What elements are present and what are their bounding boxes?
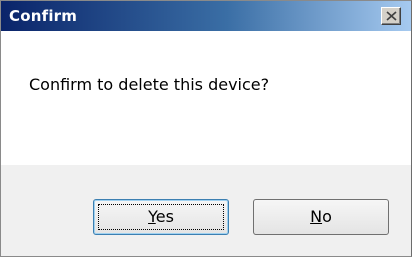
yes-button[interactable]: Yes bbox=[93, 199, 229, 235]
window-title: Confirm bbox=[9, 7, 78, 25]
title-bar[interactable]: Confirm bbox=[1, 1, 411, 31]
close-button[interactable] bbox=[381, 7, 401, 25]
no-button[interactable]: No bbox=[253, 199, 389, 235]
confirm-message: Confirm to delete this device? bbox=[29, 75, 270, 94]
no-label-rest: o bbox=[322, 207, 332, 226]
close-icon bbox=[386, 11, 397, 21]
button-bar: Yes No bbox=[1, 165, 411, 256]
dialog-body bbox=[1, 31, 411, 165]
no-mnemonic: N bbox=[310, 207, 323, 226]
focus-rectangle bbox=[98, 204, 224, 230]
confirm-dialog: Confirm Confirm to delete this device? Y… bbox=[0, 0, 412, 257]
